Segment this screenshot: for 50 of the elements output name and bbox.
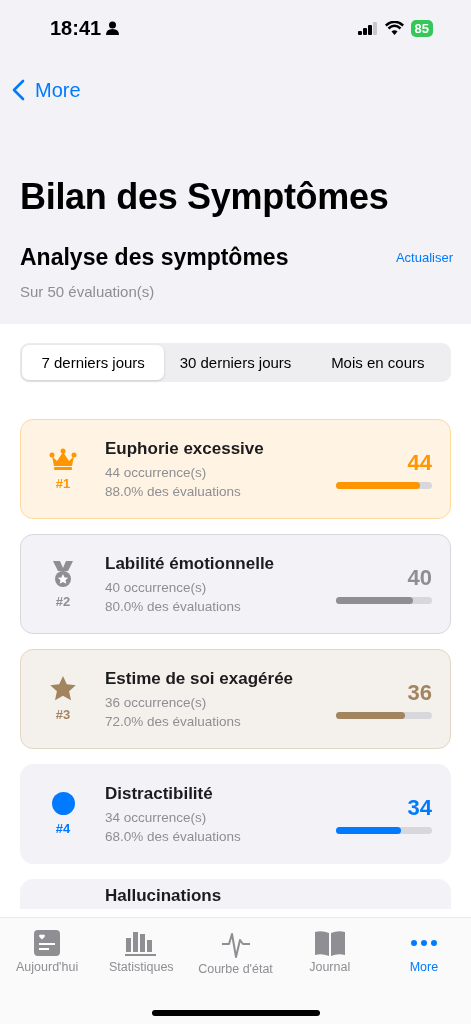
count-value: 40 [407,564,432,591]
chevron-left-icon [12,79,25,101]
symptom-name: Euphorie excessive [105,439,265,459]
count-value: 36 [407,679,432,706]
percent-text: 88.0% des évaluations [105,484,242,499]
percent-text: 72.0% des évaluations [105,714,242,729]
rank-label: #1 [55,475,71,491]
more-icon [410,940,437,946]
wifi-icon [384,21,404,35]
symptom-name: Hallucinations [105,886,223,906]
symptom-card[interactable]: #2 Labilité émotionnelle 40 occurrence(s) 80.0% des évaluations 40 [20,534,451,634]
medal-icon [52,559,74,588]
count-value: 44 [407,449,432,476]
circle-icon [51,792,75,815]
percent-text: 68.0% des évaluations [105,829,242,844]
status-time: 18:41 [50,16,102,40]
crown-icon [49,447,77,470]
page-title: Bilan des Symptômes [20,176,390,218]
heart-card-icon [34,930,61,956]
segment[interactable]: 30 derniers jours [164,345,307,380]
rank-label: #2 [55,593,71,609]
signal-icon [357,21,378,35]
symptom-card[interactable]: #3 Estime de soi exagérée 36 occurrence(s) 72.0% des évaluations 36 [20,649,451,749]
segment[interactable]: Mois en cours [306,345,449,380]
count-value: 34 [407,794,432,821]
segment[interactable]: 7 derniers jours [22,345,165,380]
refresh-link[interactable]: Actualiser [395,250,453,265]
person-icon [106,21,120,35]
section-subtitle: Sur 50 évaluation(s) [20,283,156,300]
section-title: Analyse des symptômes [20,244,289,271]
percent-text: 80.0% des évaluations [105,599,242,614]
tab-item[interactable]: More [376,930,471,976]
bar-chart-icon [125,930,158,956]
symptom-card[interactable]: #1 Euphorie excessive 44 occurrence(s) 88.0% des évaluations 44 [20,419,451,519]
occurrence-count: 40 occurrence(s) [105,580,208,595]
back-button[interactable]: More [12,68,81,112]
symptom-name: Distractibilité [105,784,214,804]
occurrence-count: 44 occurrence(s) [105,465,208,480]
symptom-name: Labilité émotionnelle [105,554,276,574]
rank-label: #4 [55,821,71,836]
star-icon [50,676,76,701]
battery-level: 85 [410,19,433,37]
symptom-card[interactable]: #4 Distractibilité 34 occurrence(s) 68.0% des évaluations 34 [20,764,451,864]
rank-label: #3 [55,707,71,722]
pulse-icon [221,930,250,958]
occurrence-count: 34 occurrence(s) [105,810,208,825]
book-icon [313,930,346,956]
occurrence-count: 36 occurrence(s) [105,695,208,710]
symptom-name: Estime de soi exagérée [105,669,295,689]
symptom-card[interactable]: Hallucinations [20,879,451,909]
